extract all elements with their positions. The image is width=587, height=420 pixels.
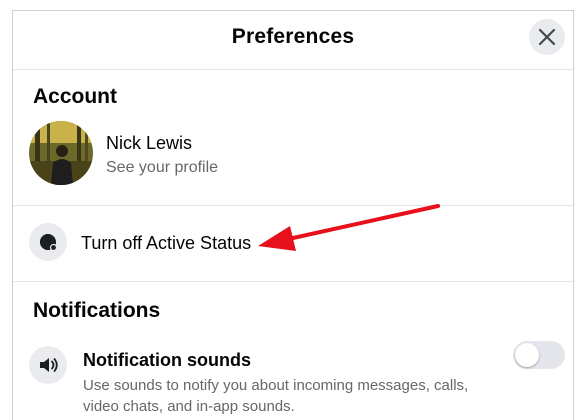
avatar[interactable] [29,121,93,185]
notifications-section-title: Notifications [33,299,161,322]
close-button[interactable] [529,19,565,55]
toggle-knob [515,343,539,367]
close-icon [538,28,556,46]
notification-sounds-toggle[interactable] [513,341,565,369]
profile-row[interactable]: Nick Lewis See your profile [29,121,549,187]
speaker-icon [40,358,58,372]
divider [13,205,573,206]
notification-sounds-title: Notification sounds [83,350,251,370]
account-section-title: Account [33,85,117,108]
notification-sounds-description: Use sounds to notify you about incoming … [83,377,469,415]
divider [13,281,573,282]
profile-name: Nick Lewis [106,133,193,153]
avatar-image [29,121,93,185]
active-status-icon-wrap [29,223,67,261]
active-status-label: Turn off Active Status [81,233,252,253]
active-status-row[interactable]: Turn off Active Status [29,223,529,263]
active-status-icon [40,234,58,252]
speaker-icon-wrap [29,346,67,384]
profile-subtitle: See your profile [106,159,219,176]
preferences-dialog: Preferences Account Nick Lewis See your … [12,10,574,420]
notification-sounds-row: Notification sounds Use sounds to notify… [29,344,569,420]
dialog-header: Preferences [13,11,573,70]
dialog-title: Preferences [231,25,355,48]
